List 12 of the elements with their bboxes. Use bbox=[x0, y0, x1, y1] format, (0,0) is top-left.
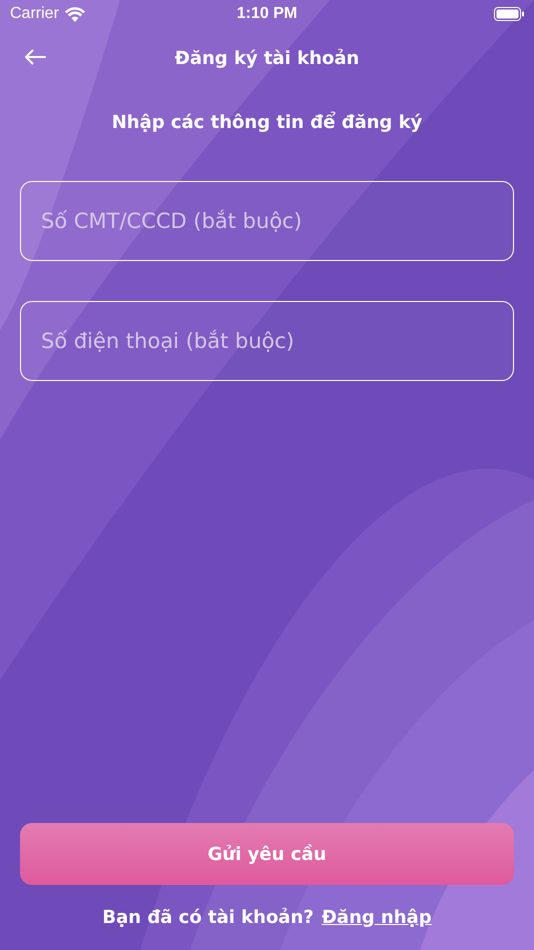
input-field[interactable]: Số CMT/CCCD (bắt buộc) bbox=[20, 181, 514, 261]
submit-button[interactable]: Gửi yêu cầu bbox=[20, 823, 514, 885]
wifi-icon bbox=[64, 6, 85, 22]
login-link[interactable]: Đăng nhập bbox=[322, 907, 432, 928]
account-question: Bạn đã có tài khoản? bbox=[102, 907, 314, 928]
back-button[interactable] bbox=[22, 47, 48, 67]
form-instruction: Nhập các thông tin để đăng ký bbox=[110, 112, 424, 133]
input-field[interactable]: Số điện thoại (bắt buộc) bbox=[20, 301, 514, 381]
status-time: 1:10 PM bbox=[236, 5, 298, 23]
screen-title: Đăng ký tài khoản bbox=[174, 48, 360, 68]
carrier-label: Carrier bbox=[10, 5, 59, 23]
battery-icon bbox=[494, 7, 524, 21]
